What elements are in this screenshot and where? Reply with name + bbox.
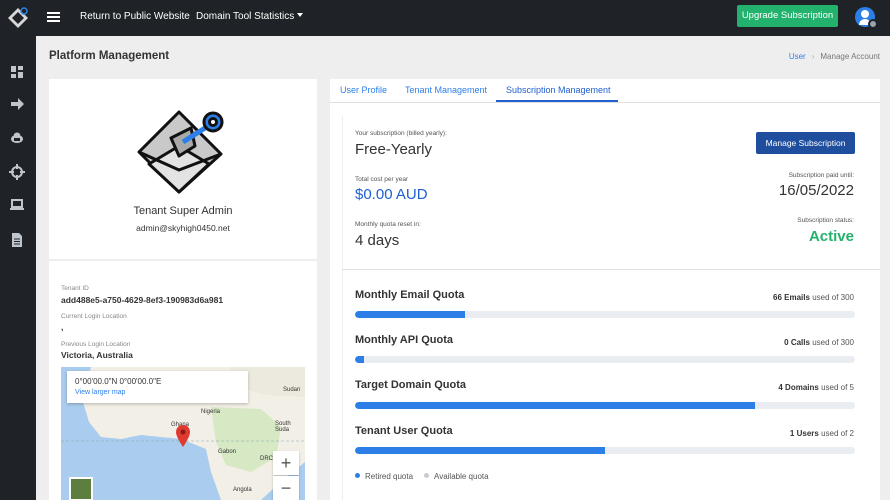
tab-tenant-management[interactable]: Tenant Management	[405, 85, 487, 95]
api-quota-usage: 0 Calls used of 300	[784, 338, 854, 347]
plan-name: Free-Yearly	[355, 141, 432, 158]
view-larger-map-link[interactable]: View larger map	[75, 389, 125, 396]
tenant-mascot-icon	[137, 110, 224, 194]
zoom-out-button[interactable]: −	[273, 476, 299, 500]
domain-quota-title: Target Domain Quota	[355, 379, 467, 391]
map-label-sudan: Sudan	[283, 387, 301, 393]
map-label-angola: Angola	[233, 487, 252, 493]
chevron-right-icon: ›	[811, 52, 815, 61]
previous-login-label: Previous Login Location	[61, 341, 131, 348]
available-dot-icon	[424, 473, 429, 478]
legend-retired: Retired quota	[355, 472, 413, 481]
document-icon[interactable]	[9, 232, 25, 248]
user-settings-avatar[interactable]	[855, 7, 878, 29]
map-label-gabon: Gabon	[218, 449, 237, 455]
active-tab-indicator	[496, 100, 618, 102]
api-quota-title: Monthly API Quota	[355, 334, 453, 346]
current-login-value: ,	[61, 322, 64, 332]
reset-label: Monthly quota reset in:	[355, 221, 421, 228]
dashboard-icon[interactable]	[9, 64, 25, 80]
zoom-in-button[interactable]: +	[273, 451, 299, 475]
tabs-divider	[330, 102, 880, 103]
status-label: Subscription status:	[797, 217, 854, 224]
gear-icon	[868, 19, 878, 29]
domain-quota-usage: 4 Domains used of 5	[778, 383, 854, 392]
domain-quota-fill	[355, 402, 755, 409]
status-badge: Active	[808, 228, 854, 245]
user-quota-fill	[355, 447, 605, 454]
domain-statistics-menu[interactable]: Domain Tool Statistics	[196, 11, 304, 22]
user-email: admin@skyhigh0450.net	[136, 223, 230, 233]
tenant-info-card: Tenant ID add488e5-a750-4629-8ef3-190983…	[49, 261, 317, 500]
domain-statistics-label: Domain Tool Statistics	[196, 11, 295, 22]
map-label-drc: DRC	[260, 456, 273, 462]
paid-until-value: 16/05/2022	[778, 182, 854, 199]
section-divider	[342, 269, 880, 270]
manage-subscription-button[interactable]: Manage Subscription	[756, 132, 855, 154]
cloud-icon[interactable]	[9, 130, 25, 146]
tenant-id-value: add488e5-a750-4629-8ef3-190983d6a981	[61, 295, 224, 305]
hamburger-menu-icon[interactable]	[47, 12, 60, 22]
return-to-website-link[interactable]: Return to Public Website	[80, 11, 190, 22]
upgrade-subscription-button[interactable]: Upgrade Subscription	[737, 5, 838, 27]
map-pin-icon[interactable]	[176, 425, 190, 447]
arrow-right-icon[interactable]	[9, 96, 25, 112]
user-role: Tenant Super Admin	[133, 205, 233, 217]
top-navbar: Return to Public Website Domain Tool Sta…	[36, 0, 890, 36]
breadcrumb-current: Manage Account	[820, 52, 880, 61]
cost-value: $0.00 AUD	[355, 186, 428, 203]
map-label-south-sudan: South Suda	[275, 421, 291, 433]
previous-login-value: Victoria, Australia	[61, 350, 133, 360]
email-quota-title: Monthly Email Quota	[355, 289, 465, 301]
map-coordinates: 0°00'00.0"N 0°00'00.0"E	[75, 377, 162, 386]
page-title: Platform Management	[49, 50, 170, 62]
legend-available: Available quota	[424, 472, 489, 481]
plan-label: Your subscription (billed yearly):	[355, 130, 447, 137]
paid-until-label: Subscription paid until:	[788, 172, 854, 179]
cost-label: Total cost per year	[355, 176, 409, 183]
profile-card: Tenant Super Admin admin@skyhigh0450.net	[49, 79, 317, 259]
user-quota-title: Tenant User Quota	[355, 425, 453, 437]
sidebar	[0, 0, 36, 500]
breadcrumb-user-link[interactable]: User	[789, 52, 806, 61]
user-quota-bar	[355, 447, 855, 454]
map-type-toggle[interactable]	[69, 477, 93, 500]
map-info-box: 0°00'00.0"N 0°00'00.0"E View larger map	[67, 371, 248, 403]
tab-user-profile[interactable]: User Profile	[340, 85, 387, 95]
retired-dot-icon	[355, 473, 360, 478]
tab-subscription-management[interactable]: Subscription Management	[506, 85, 611, 95]
tenant-id-label: Tenant ID	[61, 285, 89, 292]
laptop-icon[interactable]	[9, 197, 25, 213]
crosshair-icon[interactable]	[9, 164, 25, 180]
map-label-nigeria: Nigeria	[201, 409, 221, 415]
app-logo-icon[interactable]	[6, 6, 30, 30]
api-quota-bar	[355, 356, 855, 363]
api-quota-fill	[355, 356, 364, 363]
breadcrumb: User › Manage Account	[789, 52, 880, 61]
location-map[interactable]: Sudan Nigeria South Suda Ghana Gabon DRC…	[61, 367, 305, 500]
chevron-down-icon	[297, 13, 304, 17]
user-quota-usage: 1 Users used of 2	[789, 429, 854, 438]
current-login-label: Current Login Location	[61, 313, 127, 320]
email-quota-fill	[355, 311, 465, 318]
email-quota-usage: 66 Emails used of 300	[773, 293, 854, 302]
domain-quota-bar	[355, 402, 855, 409]
email-quota-bar	[355, 311, 855, 318]
reset-value: 4 days	[355, 232, 400, 249]
